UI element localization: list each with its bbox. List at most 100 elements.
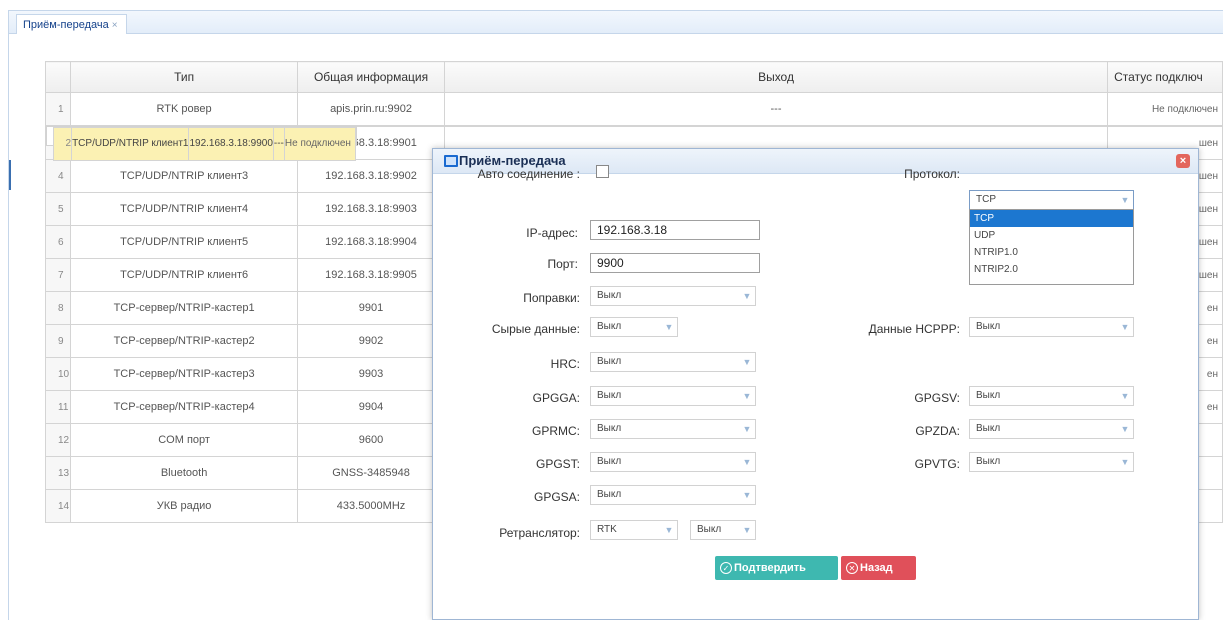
protocol-select[interactable]: TCP ▼ [969,190,1134,210]
auto-connection-checkbox[interactable] [596,165,609,178]
gpgst-label: GPGST: [535,457,580,471]
gpgsv-select[interactable]: Выкл ▼ [969,386,1134,406]
row-type: TCP/UDP/NTRIP клиент5 [69,225,299,259]
row-info: 9903 [297,357,445,391]
port-input[interactable]: 9900 [590,253,760,273]
check-circle-icon: ✓ [720,562,732,575]
chevron-down-icon: ▼ [742,525,752,535]
row-type: COM порт [69,423,299,457]
hrc-select[interactable]: Выкл ▼ [590,352,756,372]
gpgga-value: Выкл [597,390,622,401]
row-output: --- [272,127,285,161]
hrc-value: Выкл [597,356,622,367]
row-type: TCP/UDP/NTRIP клиент1 [71,127,190,161]
row-info: 192.168.3.18:9905 [297,258,445,292]
close-icon[interactable]: × [1176,154,1190,168]
left-indicator [9,160,11,190]
row-number: 4 [45,159,71,193]
row-output: --- [443,92,1109,126]
chevron-down-icon: ▼ [664,322,674,332]
row-type: Bluetooth [69,456,299,490]
row-type: TCP/UDP/NTRIP клиент6 [69,258,299,292]
chevron-down-icon: ▼ [742,391,752,401]
raw-data-value: Выкл [597,321,622,332]
gpgst-select[interactable]: Выкл ▼ [590,452,756,472]
back-button[interactable]: ✕ Назад [841,556,916,580]
column-header-info[interactable]: Общая информация [297,61,445,93]
row-number: 1 [45,92,71,126]
table-row[interactable]: 2 TCP/UDP/NTRIP клиент1 192.168.3.18:9900-… [45,126,357,161]
hcppp-label: Данные HCPPP: [868,322,960,336]
table-row[interactable]: 1 RTK ровер apis.prin.ru:9902 --- Не подключ… [45,92,1223,126]
chevron-down-icon: ▼ [1120,322,1130,332]
gpgst-value: Выкл [597,456,622,467]
gpzda-label: GPZDA: [915,424,960,438]
row-number: 10 [45,357,71,391]
row-type: TCP/UDP/NTRIP клиент3 [69,159,299,193]
hcppp-select[interactable]: Выкл ▼ [969,317,1134,337]
relay-mode-value: RTK [597,524,617,535]
row-info: 192.168.3.18:9903 [297,192,445,226]
gpvtg-select[interactable]: Выкл ▼ [969,452,1134,472]
relay-mode-select[interactable]: RTK ▼ [590,520,678,540]
row-number: 12 [45,423,71,457]
corrections-select[interactable]: Выкл ▼ [590,286,756,306]
row-info: 192.168.3.18:9902 [297,159,445,193]
relay-state-select[interactable]: Выкл ▼ [690,520,756,540]
confirm-button[interactable]: ✓ Подтвердить [715,556,838,580]
chevron-down-icon: ▼ [742,424,752,434]
gpvtg-label: GPVTG: [914,457,960,471]
gpgsv-value: Выкл [976,390,1001,401]
row-number: 7 [45,258,71,292]
row-status: Не подключен [283,127,356,161]
column-header-output[interactable]: Выход [443,61,1109,93]
auto-connection-label: Авто соединение : [477,167,580,181]
row-number: 5 [45,192,71,226]
row-number: 9 [45,324,71,358]
protocol-option-ntrip2[interactable]: NTRIP2.0 [970,261,1133,278]
row-status: Не подключен [1107,92,1223,126]
chevron-down-icon: ▼ [664,525,674,535]
raw-data-select[interactable]: Выкл ▼ [590,317,678,337]
protocol-label: Протокол: [904,167,960,181]
column-header-type[interactable]: Тип [69,61,299,93]
row-info: 9600 [297,423,445,457]
gpgga-select[interactable]: Выкл ▼ [590,386,756,406]
gpgsv-label: GPGSV: [914,391,960,405]
ip-address-input[interactable]: 192.168.3.18 [590,220,760,240]
relay-label: Ретранслятор: [499,526,580,540]
gpgga-label: GPGGA: [532,391,580,405]
dialog-title: Приём-передача [459,153,566,168]
chevron-down-icon: ▼ [1120,195,1130,205]
row-type: RTK ровер [69,92,299,126]
gpgsa-select[interactable]: Выкл ▼ [590,485,756,505]
row-type: TCP-сервер/NTRIP-кастер3 [69,357,299,391]
row-info: 9904 [297,390,445,424]
port-label: Порт: [547,257,578,271]
protocol-dropdown: TCP UDP NTRIP1.0 NTRIP2.0 [969,209,1134,285]
row-type: TCP/UDP/NTRIP клиент4 [69,192,299,226]
hcppp-value: Выкл [976,321,1001,332]
protocol-option-udp[interactable]: UDP [970,227,1133,244]
relay-state-value: Выкл [697,524,722,535]
gpzda-select[interactable]: Выкл ▼ [969,419,1134,439]
tab-close-icon[interactable]: × [112,20,118,31]
column-header [45,61,71,93]
protocol-option-ntrip1[interactable]: NTRIP1.0 [970,244,1133,261]
back-label: Назад [860,562,893,574]
table-header-row: Тип Общая информация Выход Статус подклю… [45,61,1223,93]
raw-data-label: Сырые данные: [491,322,580,336]
tab-label: Приём-передача [23,19,109,31]
row-type: TCP-сервер/NTRIP-кастер1 [69,291,299,325]
row-info: 9902 [297,324,445,358]
gpvtg-value: Выкл [976,456,1001,467]
hrc-label: HRC: [550,357,580,371]
gprmc-select[interactable]: Выкл ▼ [590,419,756,439]
row-number: 14 [45,489,71,523]
tab-transmission[interactable]: Приём-передача × [16,14,127,35]
chevron-down-icon: ▼ [742,357,752,367]
chevron-down-icon: ▼ [742,291,752,301]
column-header-status[interactable]: Статус подключ [1107,61,1223,93]
protocol-option-tcp[interactable]: TCP [970,210,1133,227]
gprmc-value: Выкл [597,423,622,434]
